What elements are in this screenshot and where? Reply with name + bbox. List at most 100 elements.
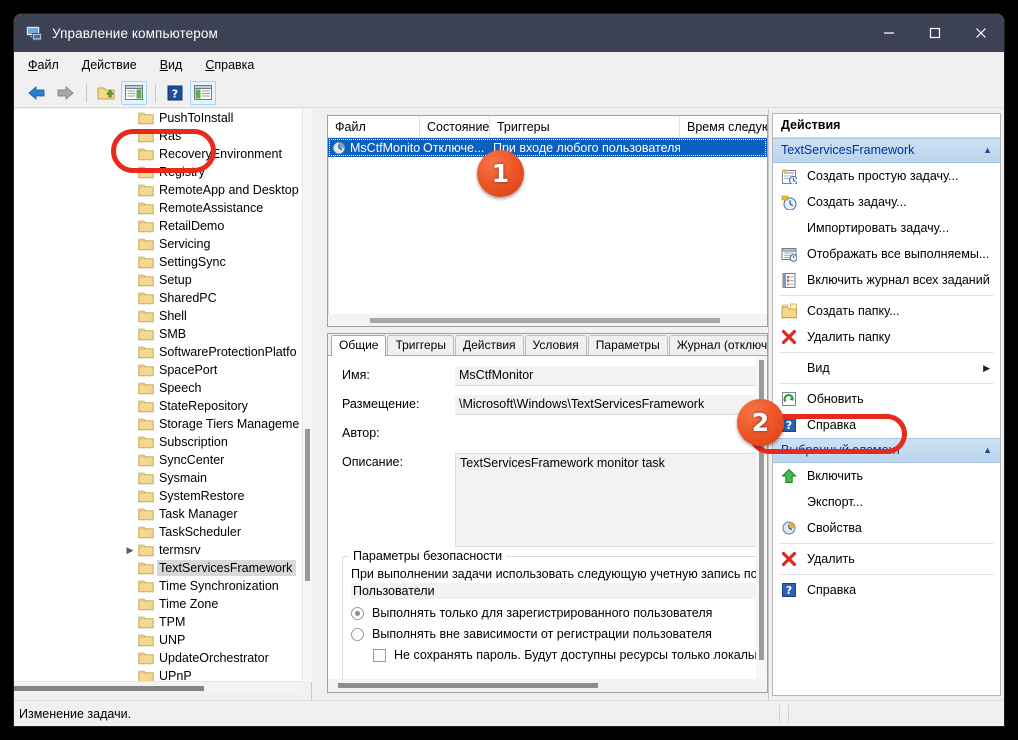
actions-item[interactable]: Вид ▶ [773,355,1000,381]
tree-horizontal-scrollbar[interactable] [14,682,303,694]
tree-item[interactable]: TaskScheduler [14,523,302,541]
show-hide-actions-button[interactable] [190,80,216,105]
actions-item[interactable]: Создать папку... [773,298,1000,324]
radio-run-regardless[interactable]: Выполнять вне зависимости от регистрации… [351,627,757,641]
task-column-header[interactable]: Время следующ [680,116,767,138]
tree-item[interactable]: Task Manager [14,505,302,523]
details-horizontal-scroll-thumb[interactable] [338,683,598,688]
actions-item[interactable]: ? Справка [773,577,1000,603]
tree-item-selected[interactable]: TextServicesFramework [14,559,302,577]
tree-item[interactable]: TPM [14,613,302,631]
actions-item[interactable]: Включить [773,463,1000,489]
tree-item[interactable]: Setup [14,271,302,289]
tree-item[interactable]: Servicing [14,235,302,253]
tree-item[interactable]: Speech [14,379,302,397]
tree-item[interactable]: RemoteAssistance [14,199,302,217]
tree-vertical-scrollbar[interactable] [303,109,312,682]
task-list[interactable]: ФайлСостояниеТриггерыВремя следующ MsCtf… [327,115,768,327]
task-column-header[interactable]: Файл [328,116,420,138]
task-column-header[interactable]: Состояние [420,116,490,138]
tree-item[interactable]: SpacePort [14,361,302,379]
actions-item[interactable]: Экспорт... [773,489,1000,515]
actions-group-header[interactable]: Выбранный элемент ▲ [773,438,1000,463]
actions-item[interactable]: Удалить [773,546,1000,572]
tree-item[interactable]: ▶ termsrv [14,541,302,559]
actions-item[interactable]: ? Справка [773,412,1000,438]
actions-item[interactable]: Импортировать задачу... [773,215,1000,241]
tree-item[interactable]: SettingSync [14,253,302,271]
task-row[interactable]: MsCtfMonito Отключе... При входе любого по… [328,138,767,157]
tree-item[interactable]: Ras [14,127,302,145]
tree-item[interactable]: SharedPC [14,289,302,307]
back-button[interactable] [24,81,50,105]
tree-horizontal-scroll-thumb[interactable] [14,686,204,691]
tree-item[interactable]: UNP [14,631,302,649]
checkbox-no-store-password[interactable]: Не сохранять пароль. Будут доступны ресу… [373,648,757,662]
radio-run-logged-on[interactable]: Выполнять только для зарегистрированного… [351,606,757,620]
up-folder-button[interactable] [93,81,119,105]
menu-action[interactable]: Действие [82,55,148,75]
forward-button[interactable] [52,81,78,105]
tree-item[interactable]: SyncCenter [14,451,302,469]
task-list-horizontal-scrollbar[interactable] [328,314,767,326]
menu-view[interactable]: Вид [160,55,194,75]
help-button[interactable]: ? [162,81,188,105]
actions-group-header[interactable]: TextServicesFramework ▲ [773,138,1000,163]
minimize-button[interactable] [866,14,912,52]
submenu-arrow-icon[interactable]: ▶ [983,363,990,374]
tree-item[interactable]: RemoteApp and Desktop [14,181,302,199]
tree-item[interactable]: UPnP [14,667,302,681]
details-horizontal-scrollbar[interactable] [328,679,767,692]
tree-item[interactable]: Subscription [14,433,302,451]
menu-help[interactable]: Справка [205,55,265,75]
tree-item[interactable]: PushToInstall [14,109,302,127]
tab-3[interactable]: Условия [524,335,587,355]
tree-item[interactable]: SoftwareProtectionPlatfo [14,343,302,361]
menu-file[interactable]: Файл [28,55,70,75]
tree-item[interactable]: Time Synchronization [14,577,302,595]
task-list-scroll-thumb[interactable] [370,318,720,323]
radio-run-logged-on-input[interactable] [351,606,364,620]
tree-item[interactable]: RecoveryEnvironment [14,145,302,163]
field-name-value[interactable]: MsCtfMonitor [455,366,757,386]
tree-item[interactable]: SMB [14,325,302,343]
field-description-value[interactable]: TextServicesFramework monitor task [455,453,757,547]
chevron-up-icon[interactable]: ▲ [983,445,992,455]
tree-list[interactable]: PushToInstall Ras RecoveryEnvironment Regis… [14,109,303,682]
checkbox-no-store-password-input[interactable] [373,648,386,662]
tab-0[interactable]: Общие [331,335,387,356]
actions-item[interactable]: Создать задачу... [773,189,1000,215]
tree-vertical-scroll-thumb[interactable] [305,429,310,581]
close-button[interactable] [958,14,1004,52]
folder-icon [138,381,154,395]
tab-4[interactable]: Параметры [587,335,668,355]
tree-item[interactable]: StateRepository [14,397,302,415]
tree-item[interactable]: Shell [14,307,302,325]
radio-run-regardless-input[interactable] [351,627,364,641]
show-hide-tree-button[interactable] [121,80,147,105]
task-column-header[interactable]: Триггеры [490,116,680,138]
tree-item[interactable]: Time Zone [14,595,302,613]
tree-item[interactable]: Sysmain [14,469,302,487]
maximize-button[interactable] [912,14,958,52]
tab-2[interactable]: Действия [454,335,524,355]
tree-item[interactable]: UpdateOrchestrator [14,649,302,667]
chevron-up-icon[interactable]: ▲ [983,145,992,155]
actions-item[interactable]: Создать простую задачу... [773,163,1000,189]
tree-item[interactable]: Storage Tiers Manageme [14,415,302,433]
tree-item-label: Servicing [159,237,211,251]
security-options-group: Параметры безопасности При выполнении за… [342,549,757,681]
actions-item[interactable]: Включить журнал всех заданий [773,267,1000,293]
tree-item[interactable]: SystemRestore [14,487,302,505]
actions-item[interactable]: Удалить папку [773,324,1000,350]
tab-5[interactable]: Журнал (отключен) [668,335,767,355]
tab-1[interactable]: Триггеры [387,335,454,355]
tree-item[interactable]: RetailDemo [14,217,302,235]
actions-item[interactable]: Обновить [773,386,1000,412]
expand-chevron-icon[interactable]: ▶ [122,542,138,558]
actions-item[interactable]: Отображать все выполняемы... [773,241,1000,267]
task-state-cell: Отключе... [423,140,485,155]
tree-item[interactable]: Registry [14,163,302,181]
actions-item[interactable]: Свойства [773,515,1000,541]
